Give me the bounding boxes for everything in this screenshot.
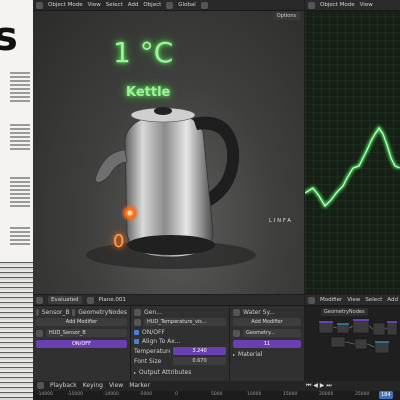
viewport-menu-add[interactable]: Add (128, 2, 139, 8)
timeline-menu-playback[interactable]: Playback (50, 382, 77, 389)
modifier-icon (134, 318, 141, 326)
node-tree-icon (72, 308, 76, 316)
chevron-right-icon[interactable]: ▸ (134, 370, 136, 375)
graph-render (305, 0, 400, 294)
node-graph (318, 318, 398, 354)
editor-type-icon[interactable] (36, 1, 43, 9)
modifier-icon (36, 329, 43, 337)
align-label: Align To Ax... (142, 337, 181, 345)
node-editor[interactable]: Modifier View Select Add GeometryNodes (305, 295, 400, 381)
viewport-header: Object Mode View Select Add Object Globa… (33, 0, 304, 11)
timeline[interactable]: Playback Keying View Marker ⏮ ◀ ▶ ⏭ -140… (33, 381, 400, 400)
wrench-icon (134, 308, 141, 316)
node-menu-select[interactable]: Select (365, 297, 382, 303)
hud-label: Kettle (126, 85, 171, 100)
wrench-icon (36, 308, 39, 316)
modifier-panel-water: Water Sy... Add Modifier Geometry... 11 … (230, 306, 304, 381)
active-object-name: Plane.001 (98, 297, 126, 303)
document-sliver: s (0, 0, 33, 400)
object-icon (86, 296, 94, 304)
properties-header: Evaluated Plane.001 (33, 295, 304, 306)
hud-zero: 0 (113, 231, 125, 252)
timeline-menu-view[interactable]: View (109, 382, 123, 389)
doc-paragraph (10, 70, 30, 104)
editor-type-icon[interactable] (308, 1, 315, 9)
hud-temperature: 1 °C (113, 36, 174, 69)
font-size-field[interactable]: 0.670 (173, 357, 226, 365)
graph-menu-mode[interactable]: Object Mode (320, 2, 355, 8)
modifier-name-field[interactable]: Geometry... (243, 329, 301, 337)
ruler-tick: 25000 (355, 392, 370, 397)
doc-paragraph (10, 175, 30, 209)
wrench-icon (233, 308, 240, 316)
ruler-tick: -14000 (37, 392, 53, 397)
ruler-tick: 0 (175, 392, 178, 397)
ruler-tick: -10000 (103, 392, 119, 397)
node-editor-header: Modifier View Select Add (305, 295, 400, 306)
3d-viewport[interactable]: Object Mode View Select Add Object Globa… (33, 0, 304, 294)
modifier-panels: Sensor_B GeometryNodes Add Modifier HUD_… (33, 306, 304, 381)
playback-controls-icon[interactable]: ⏮ ◀ ▶ ⏭ (306, 382, 332, 390)
doc-paragraph (10, 225, 30, 247)
on-off-toggle[interactable]: ON/OFF (36, 340, 127, 348)
modifier-panel-sensor: Sensor_B GeometryNodes Add Modifier HUD_… (33, 306, 131, 381)
viewport-menu-view[interactable]: View (88, 2, 101, 8)
ruler-tick: 10000 (247, 392, 262, 397)
transform-orientation-select[interactable]: Global (178, 2, 196, 8)
output-attributes-label[interactable]: Output Attributes (139, 369, 191, 376)
node-menu-add[interactable]: Add (387, 297, 398, 303)
count-field[interactable]: 11 (233, 340, 301, 348)
transform-orientation-icon[interactable] (166, 1, 174, 9)
doc-paragraph (10, 122, 30, 152)
panel-tab[interactable]: Gen... (144, 309, 162, 316)
add-modifier-button[interactable]: Add Modifier (36, 318, 127, 326)
timeline-header: Playback Keying View Marker ⏮ ◀ ▶ ⏭ (33, 381, 400, 390)
ruler-tick: -5000 (139, 392, 153, 397)
temperature-label: Temperature... (134, 347, 170, 355)
snap-icon[interactable] (200, 1, 208, 9)
modifier-panel-temperature: Gen... HUD_Temperature_vis... ON/OFF Ali… (131, 306, 230, 381)
modifier-name-field[interactable]: HUD_Sensor_B (46, 329, 127, 337)
editor-type-icon[interactable] (37, 382, 44, 389)
modifier-icon (233, 329, 240, 337)
editor-type-icon[interactable] (36, 296, 43, 304)
viewport-menu-select[interactable]: Select (106, 2, 123, 8)
timeline-ruler[interactable]: -14000 -15000 -10000 -5000 0 5000 10000 … (33, 391, 400, 400)
add-modifier-button[interactable]: Add Modifier (233, 318, 301, 326)
viewport-menu-mode[interactable]: Object Mode (48, 2, 83, 8)
ruler-tick: 20000 (319, 392, 334, 397)
node-tree-selector[interactable]: GeometryNodes (321, 308, 368, 316)
ruler-tick: -15000 (67, 392, 83, 397)
options-button[interactable]: Options (272, 12, 300, 20)
viewport-menu-object[interactable]: Object (143, 2, 161, 8)
panel-tab[interactable]: Sensor_B (42, 309, 70, 316)
node-tree-name[interactable]: GeometryNodes (78, 309, 127, 316)
ruler-tick: 15000 (283, 392, 298, 397)
chevron-right-icon[interactable]: ▸ (233, 352, 235, 357)
node-menu-modifier[interactable]: Modifier (320, 297, 342, 303)
timeline-menu-keying[interactable]: Keying (83, 382, 103, 389)
node-menu-view[interactable]: View (347, 297, 360, 303)
doc-photo (0, 262, 33, 400)
ruler-tick: 5000 (211, 392, 223, 397)
graph-menu-view[interactable]: View (360, 2, 373, 8)
evaluation-mode-select[interactable]: Evaluated (48, 296, 82, 304)
graph-header: Object Mode View (305, 0, 400, 11)
align-checkbox[interactable] (134, 338, 139, 344)
timeline-menu-marker[interactable]: Marker (129, 382, 150, 389)
panel-tab[interactable]: Water Sy... (243, 309, 275, 316)
on-off-checkbox[interactable] (134, 329, 139, 335)
font-size-label: Font Size (134, 357, 162, 365)
graph-viewport[interactable]: Object Mode View (305, 0, 400, 294)
doc-heading: s (0, 14, 18, 60)
brand-text: LINFA (269, 218, 293, 224)
temperature-field[interactable]: 3.240 (173, 347, 226, 355)
current-frame-indicator[interactable]: 184 (379, 391, 393, 399)
material-label[interactable]: Material (238, 351, 262, 358)
editor-type-icon[interactable] (308, 296, 315, 304)
on-off-label: ON/OFF (142, 328, 165, 336)
modifier-name-field[interactable]: HUD_Temperature_vis... (144, 318, 226, 326)
